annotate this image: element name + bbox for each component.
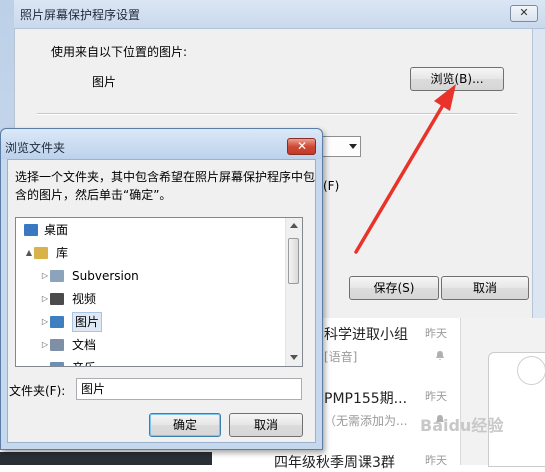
settings-titlebar[interactable]: 照片屏幕保护程序设置 ✕ bbox=[14, 0, 545, 29]
taskbar bbox=[0, 452, 212, 465]
browse-button[interactable]: 浏览(B)... bbox=[410, 67, 504, 91]
document-folder-icon bbox=[50, 270, 64, 282]
desktop-icon bbox=[24, 224, 38, 236]
browse-dialog-body: 选择一个文件夹，其中包含希望在照片屏幕保护程序中包含的图片，然后单击“确定”。 … bbox=[7, 159, 316, 443]
tree-item-documents-folder[interactable]: ▷ 文档 bbox=[16, 334, 286, 356]
close-icon: ✕ bbox=[519, 6, 529, 19]
collapse-arrow-icon[interactable]: ▲ bbox=[24, 242, 34, 264]
save-button[interactable]: 保存(S) bbox=[349, 276, 439, 300]
tree-item-label: 文档 bbox=[72, 338, 97, 352]
close-icon: ✕ bbox=[297, 139, 308, 153]
folder-field-label: 文件夹(F): bbox=[9, 384, 66, 398]
browse-close-button[interactable]: ✕ bbox=[287, 138, 316, 155]
folder-input[interactable]: 图片 bbox=[76, 378, 302, 400]
chat-time: 昨天 bbox=[425, 454, 447, 467]
tree-item-label: 库 bbox=[56, 246, 69, 260]
divider bbox=[37, 113, 517, 115]
watermark-text: Baidu经验 bbox=[420, 416, 504, 435]
tree-item-label: 音乐 bbox=[72, 357, 96, 366]
tree-scrollbar[interactable] bbox=[285, 218, 302, 366]
chat-subtitle: [语音] bbox=[324, 350, 358, 364]
browse-dialog-titlebar[interactable]: 浏览文件夹 ✕ bbox=[1, 129, 322, 159]
instruction-text: 选择一个文件夹，其中包含希望在照片屏幕保护程序中包含的图片，然后单击“确定”。 bbox=[15, 170, 316, 202]
chat-subtitle: （无需添加为... bbox=[324, 414, 408, 428]
settings-cancel-button[interactable]: 取消 bbox=[441, 276, 529, 300]
tree-item-label: 图片 bbox=[72, 312, 103, 332]
scroll-down-icon[interactable] bbox=[290, 355, 298, 360]
chat-title: PMP155期... bbox=[324, 391, 408, 407]
expand-arrow-icon[interactable]: ▷ bbox=[40, 311, 50, 333]
library-icon bbox=[34, 247, 48, 259]
scroll-thumb[interactable] bbox=[288, 238, 299, 284]
tree-item-pictures-folder[interactable]: ▷ 图片 bbox=[16, 311, 286, 333]
tree-item-document-folder[interactable]: ▷ Subversion bbox=[16, 265, 286, 287]
use-pictures-label: 使用来自以下位置的图片: bbox=[51, 45, 188, 59]
chat-title: 科学进取小组 bbox=[324, 327, 408, 343]
chat-title: 四年级秋季周课3群 bbox=[274, 455, 395, 471]
tree-item-library[interactable]: ▲ 库 bbox=[16, 242, 286, 264]
documents-folder-icon bbox=[50, 339, 64, 351]
browse-dialog-title: 浏览文件夹 bbox=[5, 141, 66, 155]
tree-item-video-folder[interactable]: ▷ 视频 bbox=[16, 288, 286, 310]
expand-arrow-icon[interactable]: ▷ bbox=[40, 265, 50, 287]
music-folder-icon bbox=[50, 362, 64, 366]
tree-item-music-folder[interactable]: 音乐 bbox=[16, 357, 286, 366]
tree-item-label: Subversion bbox=[72, 269, 139, 283]
chat-time: 昨天 bbox=[425, 390, 447, 403]
tree-item-label: 桌面 bbox=[44, 223, 69, 237]
browse-folder-dialog: 浏览文件夹 ✕ 选择一个文件夹，其中包含希望在照片屏幕保护程序中包含的图片，然后… bbox=[0, 128, 323, 450]
video-folder-icon bbox=[50, 293, 64, 305]
mute-bell-icon bbox=[436, 351, 444, 361]
selected-folder-name: 图片 bbox=[92, 75, 117, 89]
tree-item-desktop[interactable]: 桌面 bbox=[16, 219, 286, 241]
tree-item-label: 视频 bbox=[72, 292, 97, 306]
expand-arrow-icon[interactable]: ▷ bbox=[40, 288, 50, 310]
scroll-up-icon[interactable] bbox=[290, 223, 298, 228]
settings-window-title: 照片屏幕保护程序设置 bbox=[20, 8, 141, 22]
ok-button[interactable]: 确定 bbox=[149, 413, 221, 437]
settings-close-button[interactable]: ✕ bbox=[510, 5, 538, 22]
pictures-folder-icon bbox=[50, 316, 64, 328]
chevron-down-icon bbox=[349, 144, 357, 149]
avatar bbox=[517, 356, 545, 385]
shuffle-checkbox-label[interactable]: (F) bbox=[323, 179, 339, 193]
expand-arrow-icon[interactable]: ▷ bbox=[40, 334, 50, 356]
folder-tree[interactable]: 桌面▲库▷Subversion▷视频▷图片▷文档音乐 bbox=[15, 217, 303, 367]
chat-time: 昨天 bbox=[425, 327, 447, 340]
browse-cancel-button[interactable]: 取消 bbox=[229, 413, 303, 437]
